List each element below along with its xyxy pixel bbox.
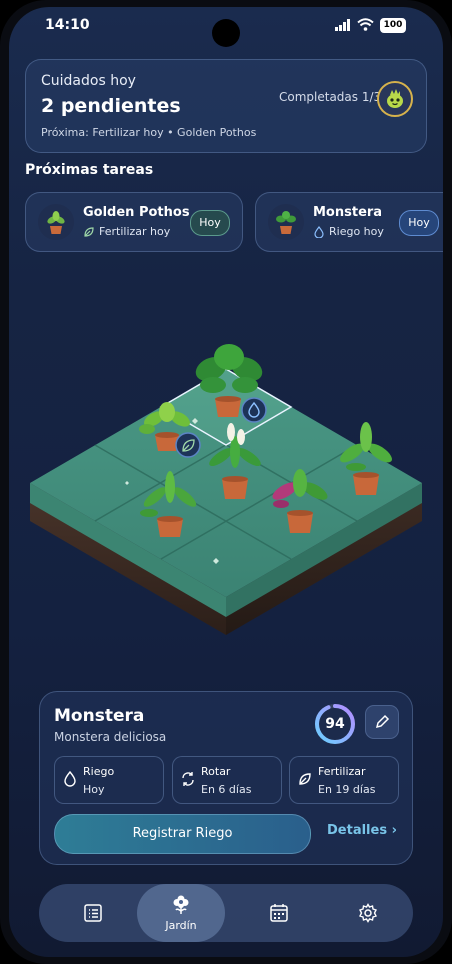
task-action: Fertilizar hoy (83, 225, 170, 238)
flower-icon[interactable] (171, 894, 191, 916)
plant-scientific-name: Monstera deliciosa (54, 730, 167, 744)
nav-label-garden[interactable]: Jardín (137, 919, 225, 932)
schedule-when: En 19 días (318, 783, 376, 796)
status-bar: 14:10 100 (9, 7, 443, 47)
schedule-when: Hoy (83, 783, 105, 796)
task-plant-name: Golden Pothos (83, 205, 190, 220)
list-icon[interactable] (83, 903, 103, 923)
task-action-text: Riego hoy (329, 225, 384, 238)
rotate-icon (182, 772, 194, 786)
pencil-icon (375, 714, 390, 729)
camera-notch (212, 19, 240, 47)
details-link[interactable]: Detalles › (327, 823, 397, 838)
plant-name: Monstera (54, 706, 145, 726)
plant-thumbnail (38, 204, 74, 240)
signal-icon (335, 19, 350, 31)
calendar-icon[interactable] (269, 903, 289, 923)
task-due-badge[interactable]: Hoy (190, 210, 230, 236)
task-due-badge[interactable]: Hoy (399, 210, 439, 236)
leaf-icon (84, 226, 94, 237)
schedule-label: Rotar (201, 765, 231, 778)
upcoming-title: Próximas tareas (25, 162, 154, 178)
potted-plant-icon (276, 211, 296, 234)
plant-detail-card[interactable]: Monstera Monstera deliciosa 94 Riego Hoy… (39, 691, 413, 865)
fertilize-needed-marker[interactable] (175, 432, 201, 458)
task-action-text: Fertilizar hoy (99, 225, 171, 238)
health-score-value: 94 (325, 716, 345, 732)
bottom-nav: Jardín (39, 884, 413, 942)
leaf-icon (299, 773, 311, 785)
schedule-label: Fertilizar (318, 765, 366, 778)
care-summary-card[interactable]: Cuidados hoy 2 pendientes Próxima: Ferti… (25, 59, 427, 153)
schedule-chip-rotate[interactable]: Rotar En 6 días (172, 756, 282, 804)
mascot-avatar[interactable] (377, 81, 413, 117)
water-drop-icon (314, 225, 324, 238)
edit-button[interactable] (365, 705, 399, 739)
phone-frame: 14:10 100 Cuidados hoy 2 pendientes Próx… (0, 0, 452, 964)
pending-count: 2 pendientes (41, 95, 181, 117)
schedule-chip-fertilize[interactable]: Fertilizar En 19 días (289, 756, 399, 804)
gear-icon[interactable] (358, 903, 378, 923)
wifi-icon (357, 18, 374, 31)
next-task-text: Próxima: Fertilizar hoy • Golden Pothos (41, 126, 257, 139)
schedule-label: Riego (83, 765, 115, 778)
water-drop-icon (64, 771, 76, 787)
schedule-when: En 6 días (201, 783, 252, 796)
register-watering-button[interactable]: Registrar Riego (54, 814, 311, 854)
completed-count: Completadas 1/3 (279, 90, 382, 104)
task-card-monstera[interactable]: Monstera Riego hoy Hoy (255, 192, 443, 252)
status-time: 14:10 (45, 17, 90, 33)
plant-thumbnail (268, 204, 304, 240)
care-today-label: Cuidados hoy (41, 73, 136, 89)
schedule-chip-water[interactable]: Riego Hoy (54, 756, 164, 804)
potted-plant-icon (47, 211, 65, 234)
sprout-mascot-icon (387, 89, 403, 108)
app-screen: 14:10 100 Cuidados hoy 2 pendientes Próx… (9, 7, 443, 957)
battery-icon: 100 (380, 18, 406, 33)
task-plant-name: Monstera (313, 205, 383, 220)
isometric-garden[interactable] (9, 257, 443, 677)
water-needed-marker[interactable] (241, 397, 267, 423)
task-action: Riego hoy (313, 225, 384, 238)
task-card-golden-pothos[interactable]: Golden Pothos Fertilizar hoy Hoy (25, 192, 243, 252)
